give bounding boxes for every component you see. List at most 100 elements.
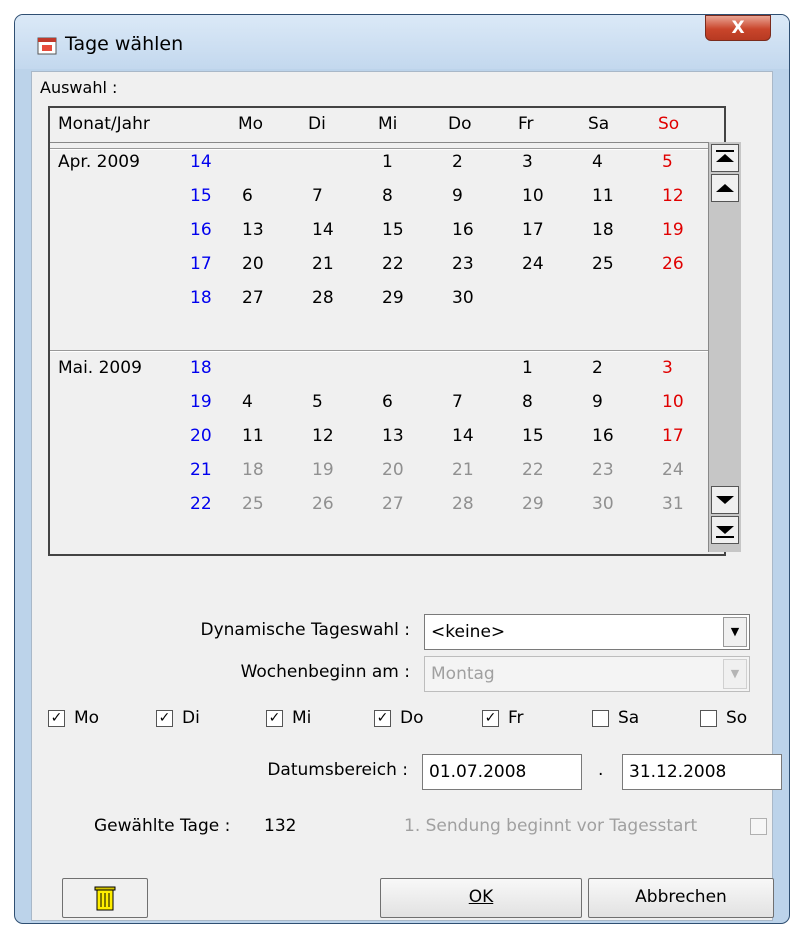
calendar-day[interactable]: 9 — [452, 186, 463, 206]
window-title: Tage wählen — [65, 33, 184, 55]
weekday-checkbox-do[interactable]: ✓ — [374, 710, 391, 727]
calendar-day[interactable]: 3 — [662, 358, 673, 378]
scroll-thumb[interactable] — [710, 228, 740, 468]
cancel-button[interactable]: Abbrechen — [588, 878, 774, 918]
dialog-window: Tage wählen X Auswahl : Monat/Jahr Mo Di… — [14, 14, 790, 924]
calendar-day[interactable]: 19 — [312, 460, 334, 480]
date-from-input[interactable]: 01.07.2008 — [422, 754, 582, 790]
month-separator — [50, 148, 710, 150]
weekday-checkbox-mo[interactable]: ✓ — [48, 710, 65, 727]
delete-button[interactable] — [62, 878, 148, 918]
calendar-day[interactable]: 4 — [592, 152, 603, 172]
calendar-day[interactable]: 1 — [382, 152, 393, 172]
title-bar[interactable]: Tage wählen X — [15, 15, 789, 69]
calendar-day[interactable]: 27 — [382, 494, 404, 514]
calendar-day[interactable]: 18 — [242, 460, 264, 480]
calendar-day[interactable]: 8 — [382, 186, 393, 206]
calendar-day[interactable]: 21 — [452, 460, 474, 480]
calendar-day[interactable]: 16 — [452, 220, 474, 240]
calendar-day[interactable]: 7 — [452, 392, 463, 412]
calendar-day[interactable]: 14 — [452, 426, 474, 446]
calendar-day[interactable]: 29 — [382, 288, 404, 308]
weekday-checkbox-so[interactable] — [700, 710, 717, 727]
week-start-dropdown: Montag ▼ — [424, 656, 750, 692]
weekday-checkbox-sa[interactable] — [592, 710, 609, 727]
week-number: 21 — [190, 460, 212, 480]
calendar-day[interactable]: 6 — [382, 392, 393, 412]
scroll-down-button[interactable] — [711, 486, 739, 514]
header-month-year: Monat/Jahr — [58, 114, 150, 134]
calendar-day[interactable]: 1 — [522, 358, 533, 378]
calendar-day[interactable]: 17 — [522, 220, 544, 240]
calendar-day[interactable]: 14 — [312, 220, 334, 240]
calendar-day[interactable]: 2 — [452, 152, 463, 172]
dialog-client-area: Auswahl : Monat/Jahr Mo Di Mi Do Fr Sa S… — [31, 71, 782, 921]
calendar-day[interactable]: 8 — [522, 392, 533, 412]
calendar-day[interactable]: 4 — [242, 392, 253, 412]
scroll-to-bottom-button[interactable] — [711, 516, 739, 544]
dropdown-arrow-icon[interactable]: ▼ — [723, 617, 747, 647]
calendar-day[interactable]: 30 — [592, 494, 614, 514]
calendar-day[interactable]: 23 — [452, 254, 474, 274]
calendar-day[interactable]: 28 — [452, 494, 474, 514]
calendar-day[interactable]: 12 — [312, 426, 334, 446]
header-friday: Fr — [518, 114, 534, 134]
calendar-day[interactable]: 10 — [522, 186, 544, 206]
month-label: Mai. 2009 — [58, 358, 142, 378]
calendar-day[interactable]: 24 — [662, 460, 684, 480]
date-to-input[interactable]: 31.12.2008 — [622, 754, 782, 790]
calendar-day[interactable]: 26 — [312, 494, 334, 514]
calendar-day[interactable]: 11 — [592, 186, 614, 206]
ok-button[interactable]: OK — [380, 878, 582, 918]
calendar-day[interactable]: 25 — [592, 254, 614, 274]
calendar-day[interactable]: 23 — [592, 460, 614, 480]
selection-group-label: Auswahl : — [40, 78, 118, 97]
dropdown-arrow-icon: ▼ — [723, 659, 747, 689]
calendar-day[interactable]: 15 — [382, 220, 404, 240]
calendar-day[interactable]: 30 — [452, 288, 474, 308]
weekday-checkbox-di[interactable]: ✓ — [156, 710, 173, 727]
calendar-day[interactable]: 2 — [592, 358, 603, 378]
calendar-day[interactable]: 18 — [592, 220, 614, 240]
calendar-day[interactable]: 27 — [242, 288, 264, 308]
calendar-day[interactable]: 21 — [312, 254, 334, 274]
scroll-to-top-button[interactable] — [711, 144, 739, 172]
week-number: 15 — [190, 186, 212, 206]
calendar-day[interactable]: 29 — [522, 494, 544, 514]
calendar-day[interactable]: 24 — [522, 254, 544, 274]
calendar-day[interactable]: 19 — [662, 220, 684, 240]
week-number: 17 — [190, 254, 212, 274]
calendar-day[interactable]: 22 — [522, 460, 544, 480]
calendar-day[interactable]: 5 — [312, 392, 323, 412]
cancel-button-label: Abbrechen — [635, 887, 727, 907]
calendar-grid[interactable]: Monat/Jahr Mo Di Mi Do Fr Sa So Apr. 200… — [48, 106, 741, 556]
calendar-day[interactable]: 13 — [382, 426, 404, 446]
calendar-day[interactable]: 25 — [242, 494, 264, 514]
calendar-day[interactable]: 31 — [662, 494, 684, 514]
calendar-day[interactable]: 5 — [662, 152, 673, 172]
weekday-checkbox-fr[interactable]: ✓ — [482, 710, 499, 727]
calendar-day[interactable]: 9 — [592, 392, 603, 412]
scroll-bottom-icon — [716, 526, 734, 538]
first-show-checkbox — [750, 818, 767, 835]
calendar-day[interactable]: 20 — [382, 460, 404, 480]
calendar-day[interactable]: 16 — [592, 426, 614, 446]
vertical-scrollbar[interactable] — [708, 142, 741, 552]
calendar-day[interactable]: 12 — [662, 186, 684, 206]
scroll-up-button[interactable] — [711, 174, 739, 202]
calendar-day[interactable]: 3 — [522, 152, 533, 172]
calendar-day[interactable]: 26 — [662, 254, 684, 274]
calendar-day[interactable]: 10 — [662, 392, 684, 412]
calendar-day[interactable]: 6 — [242, 186, 253, 206]
calendar-day[interactable]: 15 — [522, 426, 544, 446]
calendar-day[interactable]: 17 — [662, 426, 684, 446]
calendar-day[interactable]: 7 — [312, 186, 323, 206]
calendar-day[interactable]: 22 — [382, 254, 404, 274]
weekday-checkbox-mi[interactable]: ✓ — [266, 710, 283, 727]
calendar-day[interactable]: 28 — [312, 288, 334, 308]
close-button[interactable]: X — [705, 15, 771, 41]
calendar-day[interactable]: 11 — [242, 426, 264, 446]
calendar-day[interactable]: 20 — [242, 254, 264, 274]
calendar-day[interactable]: 13 — [242, 220, 264, 240]
dynamic-selection-dropdown[interactable]: <keine> ▼ — [424, 614, 750, 650]
